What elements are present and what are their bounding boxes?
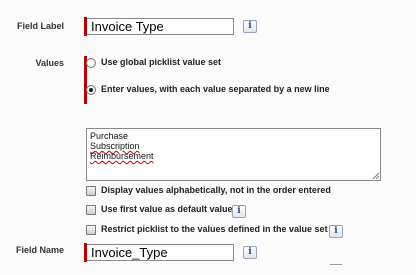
resize-grip-icon[interactable] [372, 172, 379, 179]
field-label-input[interactable] [87, 18, 234, 35]
field-label-label: Field Label [16, 21, 64, 31]
field-name-input[interactable] [87, 244, 234, 261]
option-alphabetical-label: Display values alphabetically, not in th… [101, 185, 331, 195]
restrict-help-icon[interactable]: i [329, 225, 343, 238]
option-first-default-label: Use first value as default value [101, 204, 233, 214]
radio-enter-values[interactable] [86, 85, 96, 95]
checkbox-alphabetical[interactable] [86, 186, 96, 196]
option-global-picklist-label: Use global picklist value set [101, 57, 222, 67]
divider [330, 264, 342, 265]
value-entry: Purchase [90, 131, 129, 141]
value-entry: Subscription [90, 141, 140, 151]
option-enter-values-label: Enter values, with each value separated … [101, 84, 330, 94]
first-default-help-icon[interactable]: i [232, 205, 246, 218]
values-textarea[interactable]: Purchase Subscription Reimbursement [86, 128, 381, 181]
checkbox-restrict[interactable] [86, 225, 96, 235]
field-name-help-icon[interactable]: i [243, 246, 257, 259]
radio-global-picklist[interactable] [86, 58, 96, 68]
checkbox-first-default[interactable] [86, 205, 96, 215]
picklist-field-form: Field Label i Values Use global picklist… [0, 0, 416, 275]
field-name-label: Field Name [15, 245, 64, 255]
option-restrict-label: Restrict picklist to the values defined … [101, 224, 328, 234]
values-label: Values [35, 58, 64, 68]
value-entry: Reimbursement [90, 151, 154, 161]
field-label-help-icon[interactable]: i [243, 20, 257, 33]
